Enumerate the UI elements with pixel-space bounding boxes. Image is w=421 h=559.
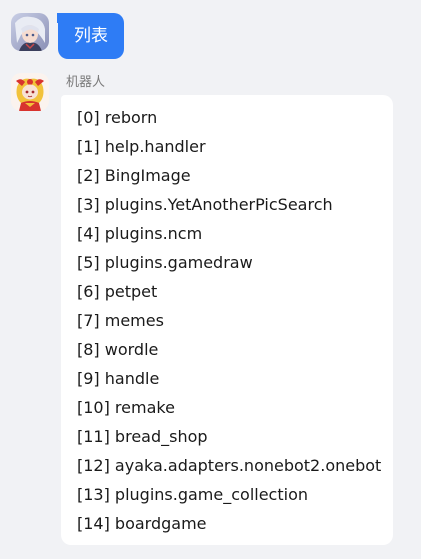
user-message-bubble[interactable]: 列表 — [57, 13, 124, 59]
bot-sender-name: 机器人 — [66, 75, 106, 90]
list-item: [10] remake — [77, 398, 175, 417]
user-avatar-image — [11, 13, 49, 51]
bot-avatar[interactable] — [11, 73, 49, 111]
bot-message-bubble[interactable]: [0] reborn [1] help.handler [2] BingImag… — [61, 95, 393, 545]
list-item: [1] help.handler — [77, 137, 206, 156]
list-item: [6] petpet — [77, 282, 158, 301]
list-item: [12] ayaka.adapters.nonebot2.onebot — [77, 456, 382, 475]
plugin-list: [0] reborn [1] help.handler [2] BingImag… — [77, 103, 393, 538]
bot-avatar-image — [11, 73, 49, 111]
list-item: [5] plugins.gamedraw — [77, 253, 253, 272]
user-message-text: 列表 — [74, 26, 108, 46]
list-item: [11] bread_shop — [77, 427, 208, 446]
list-item: [9] handle — [77, 369, 160, 388]
list-item: [4] plugins.ncm — [77, 224, 203, 243]
list-item: [3] plugins.YetAnotherPicSearch — [77, 195, 333, 214]
user-avatar[interactable] — [11, 13, 49, 51]
list-item: [2] BingImage — [77, 166, 191, 185]
list-item: [0] reborn — [77, 108, 158, 127]
list-item: [13] plugins.game_collection — [77, 485, 308, 504]
list-item: [8] wordle — [77, 340, 159, 359]
list-item: [7] memes — [77, 311, 164, 330]
list-item: [14] boardgame — [77, 514, 207, 533]
